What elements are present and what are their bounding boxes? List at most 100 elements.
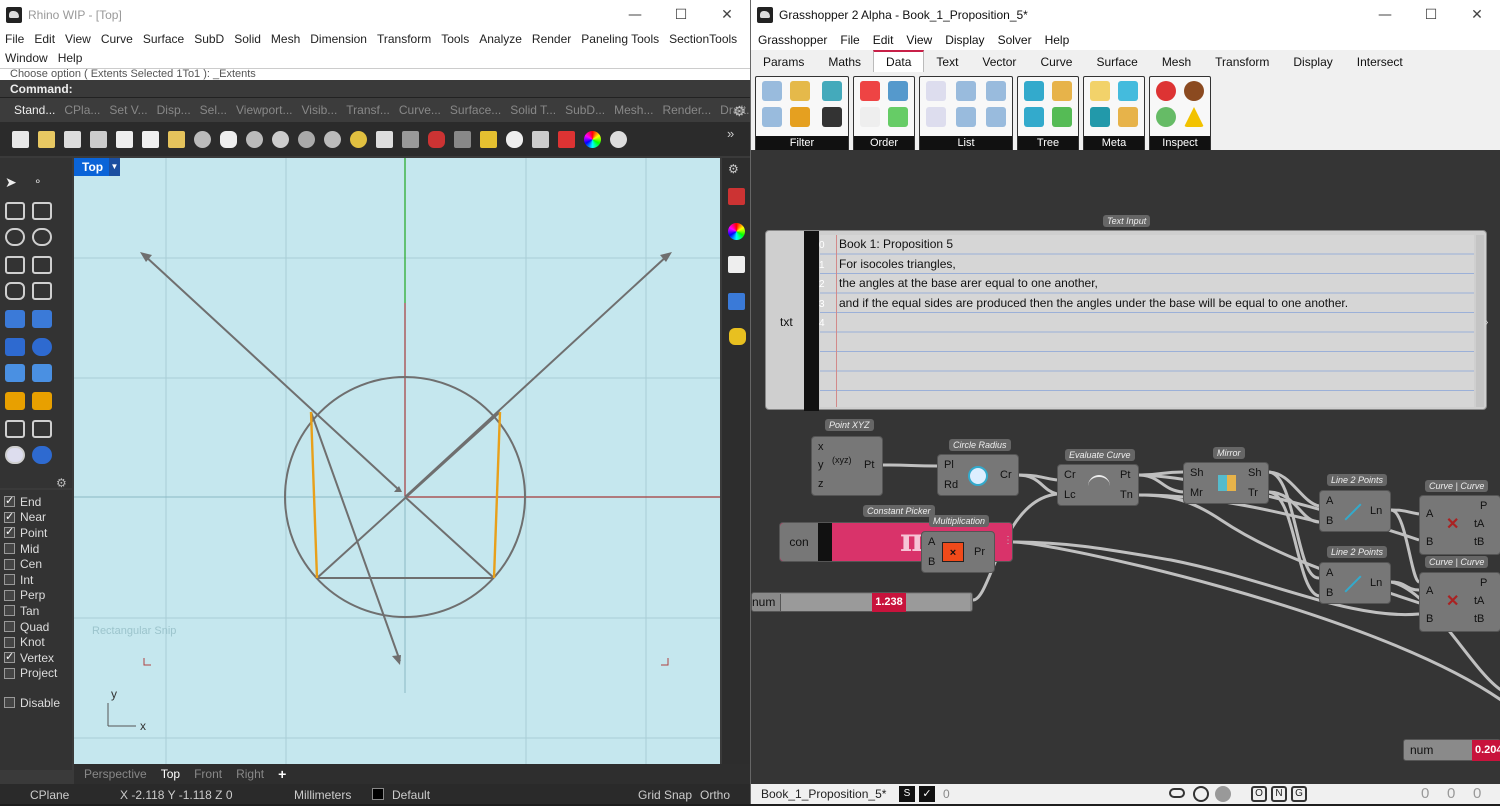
- evalcurve-cr-input[interactable]: Cr: [1064, 469, 1076, 481]
- gh-tab-vector[interactable]: Vector: [970, 52, 1028, 72]
- toolbar-tab[interactable]: Stand...: [14, 103, 55, 117]
- mirror-sh-output[interactable]: Sh: [1248, 467, 1261, 479]
- circle-cr-output[interactable]: Cr: [1000, 469, 1012, 481]
- view-tab-add[interactable]: +: [278, 766, 286, 782]
- circle-rd-input[interactable]: Rd: [944, 479, 958, 491]
- cull-pattern-icon[interactable]: [822, 107, 842, 127]
- line-a-b-input[interactable]: B: [1326, 515, 1333, 527]
- four-view-icon[interactable]: [376, 130, 393, 148]
- box-icon[interactable]: [5, 338, 25, 356]
- solver-toggle-icon[interactable]: S: [899, 786, 915, 802]
- gh-menu-display[interactable]: Display: [938, 30, 990, 50]
- top-viewport[interactable]: y x Rectangular Snip: [74, 158, 720, 764]
- osnap-perp[interactable]: Perp: [0, 588, 72, 604]
- copy-icon[interactable]: [142, 130, 159, 148]
- point-xyz-component[interactable]: x y z (xyz) Pt: [811, 436, 883, 496]
- surface-icon[interactable]: [5, 310, 25, 328]
- dispatch-icon[interactable]: [762, 81, 782, 101]
- dimension-icon[interactable]: [5, 420, 25, 438]
- gh-tab-intersect[interactable]: Intersect: [1345, 52, 1415, 72]
- gh-maximize-icon[interactable]: ☐: [1408, 7, 1454, 23]
- osnap-checkbox[interactable]: [4, 589, 15, 601]
- viewport-menu-icon[interactable]: ▼: [109, 158, 120, 176]
- gh-menu-help[interactable]: Help: [1038, 30, 1076, 50]
- gh-tab-surface[interactable]: Surface: [1084, 52, 1149, 72]
- relay-icon[interactable]: [1118, 107, 1138, 127]
- osnap-vertex[interactable]: Vertex: [0, 650, 72, 666]
- cc-b-p-output[interactable]: P: [1480, 577, 1487, 589]
- g-icon[interactable]: G: [1291, 786, 1307, 802]
- pointxyz-x-input[interactable]: x: [818, 441, 824, 453]
- toolbar-tab[interactable]: Transf...: [346, 103, 390, 117]
- cc-a-p-output[interactable]: P: [1480, 500, 1487, 512]
- pointxyz-pt-output[interactable]: Pt: [864, 459, 874, 471]
- mirror-mr-input[interactable]: Mr: [1190, 487, 1203, 499]
- shift-list-icon[interactable]: [926, 107, 946, 127]
- gh-canvas[interactable]: Text Input txt 0 Book 1: Proposition 5 1 Fo…: [751, 150, 1500, 784]
- cc-a-ta-output[interactable]: tA: [1474, 518, 1484, 530]
- toolbar-tab[interactable]: Curve...: [399, 103, 441, 117]
- notes-panel-icon[interactable]: [729, 328, 746, 345]
- circle-icon[interactable]: [5, 228, 25, 246]
- mirror-sh-input[interactable]: Sh: [1190, 467, 1203, 479]
- menu-item-file[interactable]: File: [0, 30, 29, 49]
- evaluate-curve-component[interactable]: Cr Lc Pt Tn: [1057, 464, 1139, 506]
- toolbar-tab[interactable]: Disp...: [157, 103, 191, 117]
- view-tab-perspective[interactable]: Perspective: [84, 767, 147, 781]
- osnap-checkbox[interactable]: [4, 605, 15, 617]
- mult-pr-output[interactable]: Pr: [974, 546, 985, 558]
- sort-list-icon[interactable]: [860, 81, 880, 101]
- tree-branch-icon[interactable]: [1052, 107, 1072, 127]
- explode-icon[interactable]: [5, 392, 25, 410]
- osnap-mid[interactable]: Mid: [0, 541, 72, 557]
- maximize-icon[interactable]: ☐: [658, 7, 704, 23]
- fillet-icon[interactable]: [32, 282, 52, 300]
- menu-item-help[interactable]: Help: [53, 49, 88, 68]
- cull-icon[interactable]: [822, 81, 842, 101]
- osnap-cen[interactable]: Cen: [0, 556, 72, 572]
- gh-menu-edit[interactable]: Edit: [866, 30, 900, 50]
- export-icon[interactable]: [116, 130, 133, 148]
- new-file-icon[interactable]: [12, 130, 29, 148]
- graft-icon[interactable]: [1024, 81, 1044, 101]
- zoom-selected-icon[interactable]: [350, 130, 367, 148]
- preview-eye-icon[interactable]: [1169, 788, 1185, 798]
- toolbar-tab[interactable]: Viewport...: [236, 103, 292, 117]
- menu-item-dimension[interactable]: Dimension: [305, 30, 372, 49]
- osnap-point[interactable]: Point: [0, 525, 72, 541]
- print-icon[interactable]: [90, 130, 107, 148]
- zoom-window-icon[interactable]: [298, 130, 315, 148]
- save-icon[interactable]: [64, 130, 81, 148]
- zoom-extents-icon[interactable]: [324, 130, 341, 148]
- evalcurve-pt-output[interactable]: Pt: [1120, 469, 1130, 481]
- sort-numbers-icon[interactable]: [860, 107, 880, 127]
- status-grid-snap[interactable]: Grid Snap: [638, 784, 692, 806]
- gh-menu-solver[interactable]: Solver: [991, 30, 1038, 50]
- line-a-a-input[interactable]: A: [1326, 495, 1333, 507]
- view-tab-top[interactable]: Top: [161, 767, 180, 781]
- gh-menu-file[interactable]: File: [833, 30, 865, 50]
- osnap-tan[interactable]: Tan: [0, 603, 72, 619]
- sub-list-icon[interactable]: [956, 107, 976, 127]
- point-icon[interactable]: ∘: [34, 174, 54, 192]
- menu-item-solid[interactable]: Solid: [229, 30, 266, 49]
- list-item-icon[interactable]: [926, 81, 946, 101]
- slider1-value[interactable]: 1.238: [872, 593, 906, 612]
- mult-b-input[interactable]: B: [928, 556, 935, 568]
- layer-color-swatch[interactable]: [372, 788, 384, 800]
- undo-icon[interactable]: [194, 130, 211, 148]
- multiplication-component[interactable]: A B × Pr: [921, 531, 995, 573]
- arc-icon[interactable]: [5, 256, 25, 274]
- osnap-checkbox[interactable]: [4, 494, 15, 508]
- display-panel-icon[interactable]: [728, 256, 745, 273]
- view-tab-right[interactable]: Right: [236, 767, 264, 781]
- cc-a-tb-output[interactable]: tB: [1474, 536, 1484, 548]
- inspect-icon[interactable]: [1156, 107, 1176, 127]
- cc-b-a-input[interactable]: A: [1426, 585, 1433, 597]
- osnap-checkbox[interactable]: [4, 510, 15, 523]
- paste-icon[interactable]: [168, 130, 185, 148]
- o-icon[interactable]: O: [1251, 786, 1267, 802]
- osnap-knot[interactable]: Knot: [0, 634, 72, 650]
- toolbar-tab[interactable]: Render...: [662, 103, 711, 117]
- cylinder-icon[interactable]: [5, 364, 25, 382]
